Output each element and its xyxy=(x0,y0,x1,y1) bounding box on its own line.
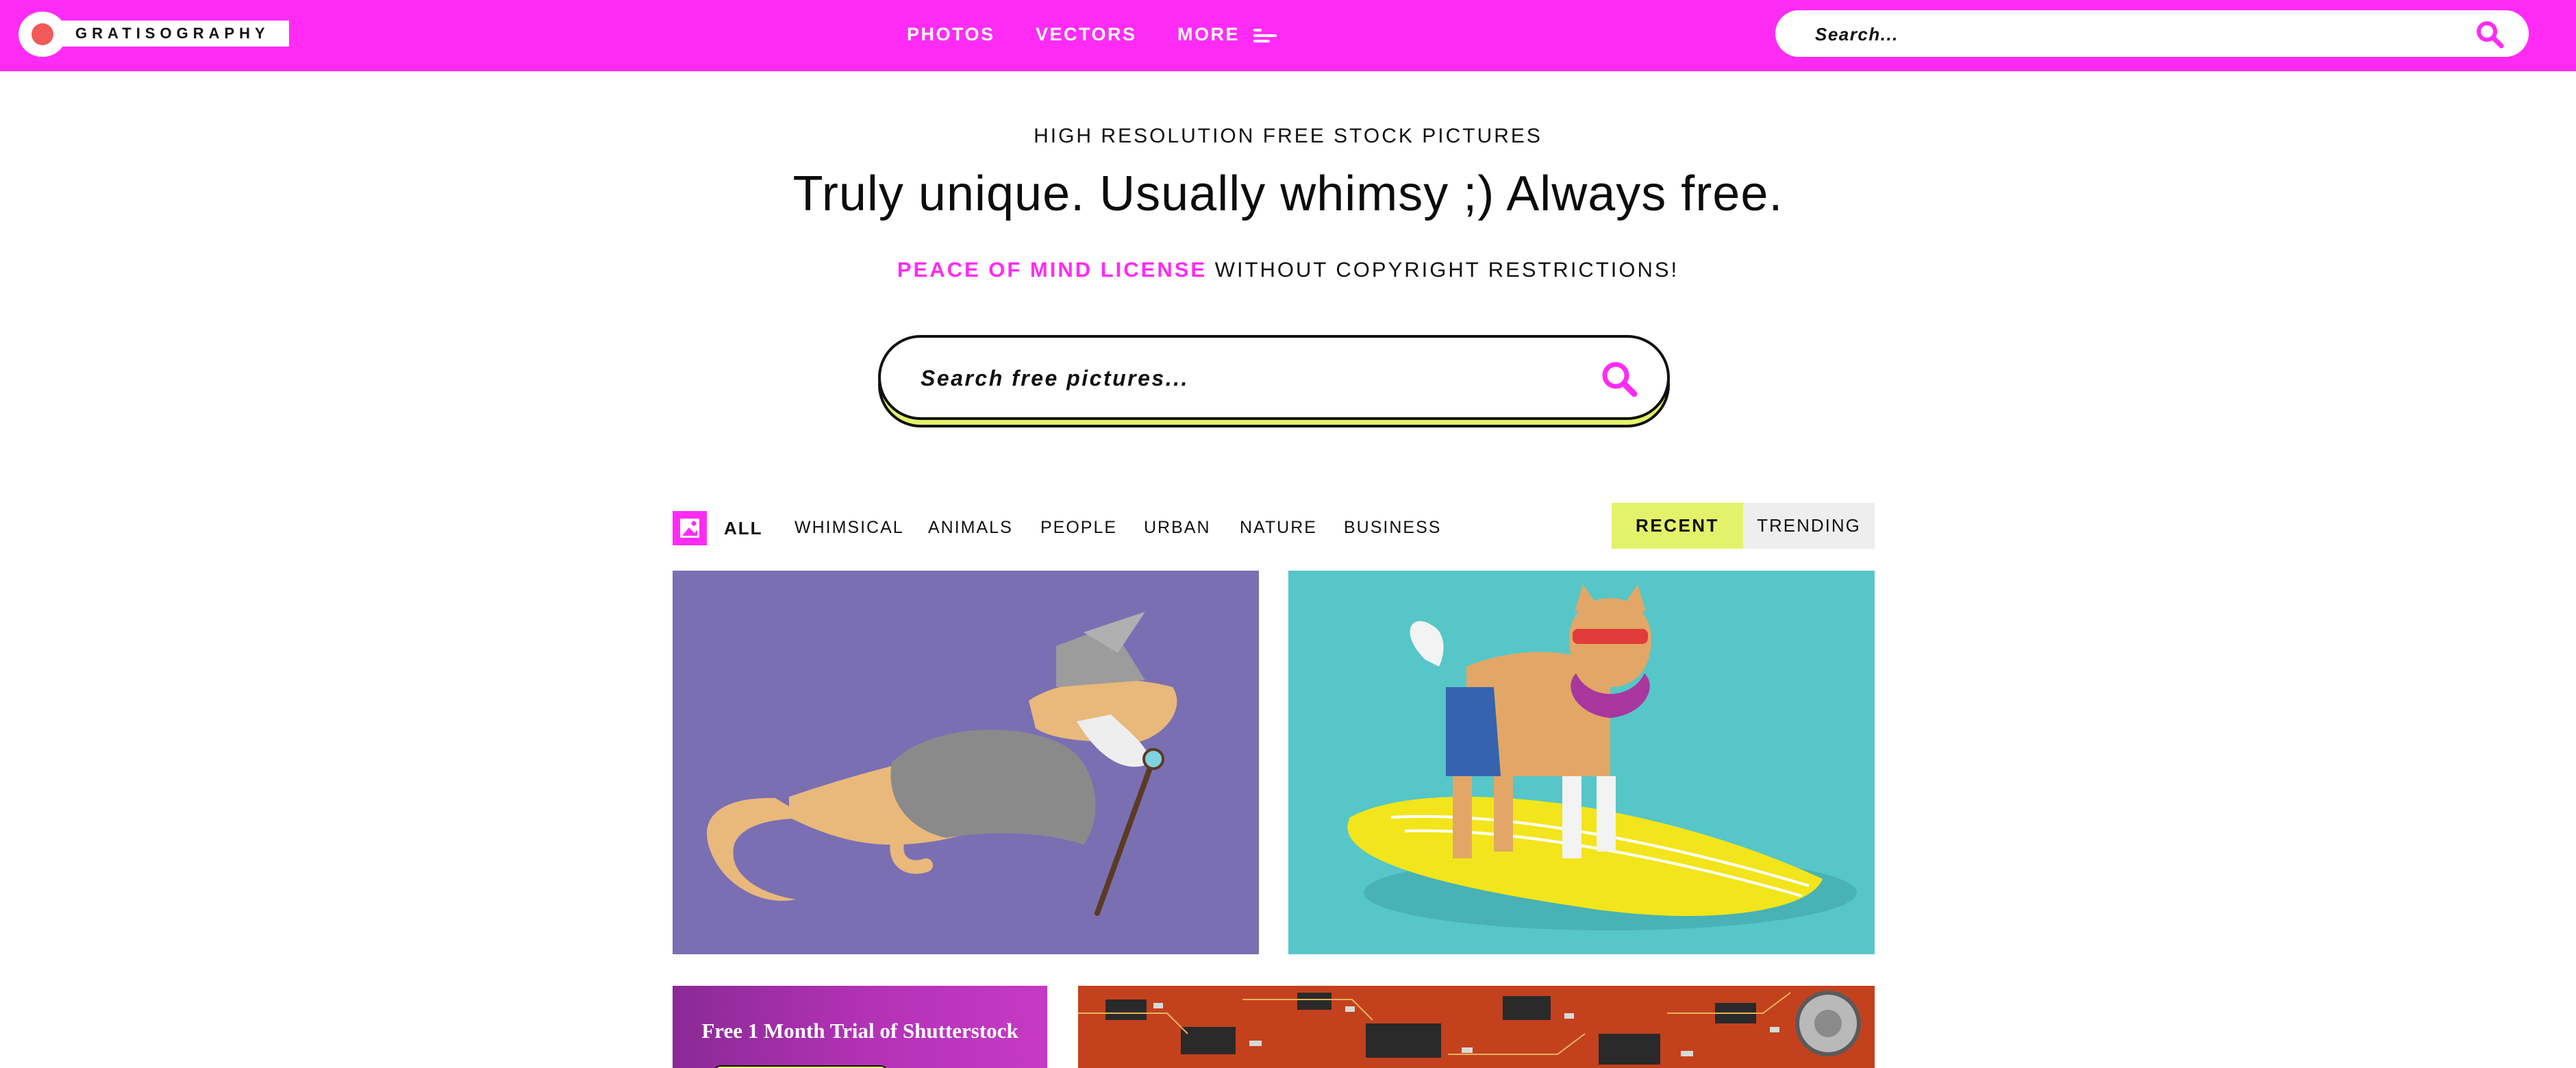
category-animals[interactable]: ANIMALS xyxy=(928,518,1013,538)
image-icon xyxy=(673,511,707,545)
photo-tile-lizard-wizard[interactable] xyxy=(673,571,1259,954)
sort-trending-button[interactable]: TRENDING xyxy=(1743,503,1875,549)
license-line: PEACE OF MIND LICENSE WITHOUT COPYRIGHT … xyxy=(0,258,2576,282)
circuit-board-photo xyxy=(1078,986,1875,1068)
header-search-bar xyxy=(1775,10,2529,58)
ad-cta-button[interactable] xyxy=(714,1065,888,1068)
nav-more-link[interactable]: MORE xyxy=(1177,24,1277,45)
category-business[interactable]: BUSINESS xyxy=(1344,518,1441,538)
nav-vectors-link[interactable]: VECTORS xyxy=(1036,24,1137,45)
surfing-dog-illustration xyxy=(1347,584,1857,930)
search-icon[interactable] xyxy=(1600,360,1638,398)
sort-recent-button[interactable]: RECENT xyxy=(1612,503,1743,549)
category-nature[interactable]: NATURE xyxy=(1240,518,1317,538)
search-icon[interactable] xyxy=(2475,20,2504,49)
header-search-input[interactable] xyxy=(1814,10,2433,58)
hero-headline: Truly unique. Usually whimsy ;) Always f… xyxy=(792,166,1784,221)
photo-tile-circuit-board[interactable] xyxy=(1078,986,1875,1068)
ad-headline: Free 1 Month Trial of Shutterstock xyxy=(701,1019,1018,1043)
category-urban[interactable]: URBAN xyxy=(1144,518,1211,538)
menu-lines-icon xyxy=(1253,27,1277,42)
license-link[interactable]: PEACE OF MIND LICENSE xyxy=(897,258,1207,282)
hero-subheading: HIGH RESOLUTION FREE STOCK PICTURES xyxy=(1034,125,1542,147)
lizard-wizard-illustration xyxy=(707,612,1177,916)
logo-dot xyxy=(32,23,53,45)
license-text: WITHOUT COPYRIGHT RESTRICTIONS! xyxy=(1207,258,1679,282)
photo-tile-surfing-dog[interactable] xyxy=(1288,571,1875,954)
nav-photos-link[interactable]: PHOTOS xyxy=(907,24,995,45)
top-navbar: GRATISOGRAPHY PHOTOS VECTORS MORE xyxy=(0,0,2576,71)
category-all[interactable]: ALL xyxy=(724,518,763,539)
hero-search-bar xyxy=(878,335,1670,420)
nav-more-label: MORE xyxy=(1177,24,1240,45)
logo-wordmark[interactable]: GRATISOGRAPHY xyxy=(56,21,289,47)
hero-search-input[interactable] xyxy=(919,338,1538,419)
shutterstock-ad[interactable]: Free 1 Month Trial of Shutterstock xyxy=(673,986,1047,1068)
category-people[interactable]: PEOPLE xyxy=(1040,518,1117,538)
category-whimsical[interactable]: WHIMSICAL xyxy=(795,518,904,538)
